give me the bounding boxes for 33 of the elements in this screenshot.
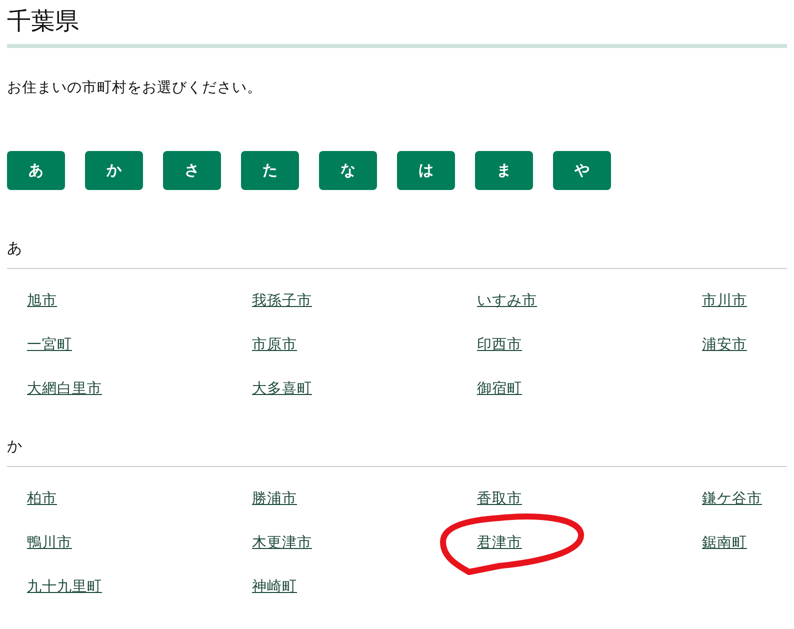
municipality-link[interactable]: 一宮町 <box>27 337 72 353</box>
municipality-link[interactable]: 浦安市 <box>702 337 747 353</box>
municipality-link[interactable]: 旭市 <box>27 293 57 309</box>
municipality-link[interactable]: 九十九里町 <box>27 579 102 595</box>
municipality-link[interactable]: 大網白里市 <box>27 381 102 397</box>
kana-index-button[interactable]: は <box>397 151 455 190</box>
municipality-link[interactable]: 鋸南町 <box>702 535 747 551</box>
municipality-link[interactable]: 御宿町 <box>477 381 522 397</box>
municipality-link[interactable]: 印西市 <box>477 337 522 353</box>
municipality-link[interactable]: 勝浦市 <box>252 491 297 507</box>
municipality-link[interactable]: 香取市 <box>477 491 522 507</box>
page-title: 千葉県 <box>7 0 787 48</box>
section-heading: あ <box>7 238 787 269</box>
municipality-link[interactable]: 鴨川市 <box>27 535 72 551</box>
kana-index-button[interactable]: た <box>241 151 299 190</box>
intro-text: お住まいの市町村をお選びください。 <box>7 78 263 98</box>
municipality-link[interactable]: 市原市 <box>252 337 297 353</box>
municipality-link[interactable]: 大多喜町 <box>252 381 312 397</box>
municipality-link[interactable]: 君津市 <box>477 535 522 551</box>
section-heading: か <box>7 436 787 467</box>
kana-index-button[interactable]: な <box>319 151 377 190</box>
municipality-link[interactable]: 木更津市 <box>252 535 312 551</box>
municipality-link[interactable]: 柏市 <box>27 491 57 507</box>
kana-index-button[interactable]: さ <box>163 151 221 190</box>
kana-index-button[interactable]: や <box>553 151 611 190</box>
municipality-link[interactable]: 神崎町 <box>252 579 297 595</box>
kana-index-button[interactable]: あ <box>7 151 65 190</box>
municipality-link[interactable]: いすみ市 <box>477 293 537 309</box>
municipality-link[interactable]: 我孫子市 <box>252 293 312 309</box>
kana-index-button[interactable]: か <box>85 151 143 190</box>
kana-index-button[interactable]: ま <box>475 151 533 190</box>
municipality-link[interactable]: 市川市 <box>702 293 747 309</box>
municipality-link[interactable]: 鎌ケ谷市 <box>702 491 762 507</box>
